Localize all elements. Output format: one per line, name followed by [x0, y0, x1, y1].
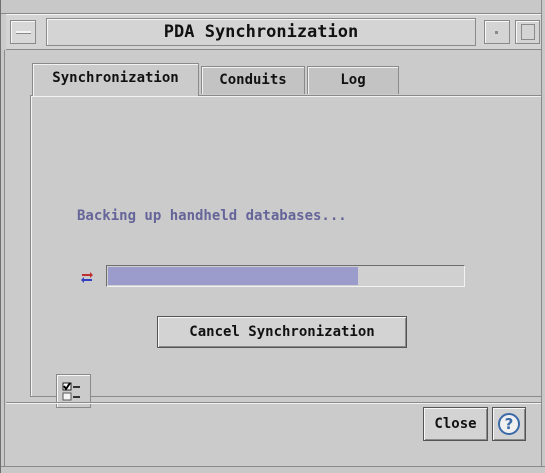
minimize-icon[interactable] — [484, 20, 510, 44]
sync-arrows-icon — [81, 272, 93, 283]
cancel-synchronization-button[interactable]: Cancel Synchronization — [157, 316, 407, 348]
footer-separator — [6, 402, 541, 404]
dialog-window: PDA Synchronization Synchronization Cond… — [0, 0, 545, 473]
tab-synchronization[interactable]: Synchronization — [32, 63, 199, 96]
tab-log[interactable]: Log — [307, 66, 399, 94]
title-area[interactable]: PDA Synchronization — [46, 18, 476, 46]
maximize-icon[interactable] — [515, 20, 540, 44]
help-button[interactable]: ? — [492, 407, 526, 441]
dialog-content: Synchronization Conduits Log Backing up … — [6, 50, 542, 470]
window-frame-top — [1, 0, 545, 14]
status-text: Backing up handheld databases... — [77, 208, 347, 224]
progress-bar — [106, 265, 465, 287]
progress-fill — [108, 267, 358, 285]
window-frame-bottom[interactable] — [1, 466, 545, 473]
title-bar[interactable]: PDA Synchronization — [6, 14, 541, 50]
help-icon: ? — [498, 413, 520, 435]
window-frame-left[interactable] — [1, 50, 5, 473]
window-title: PDA Synchronization — [163, 22, 359, 42]
window-menu-icon[interactable] — [10, 20, 36, 44]
help-glyph: ? — [505, 415, 514, 433]
synchronization-panel: Backing up handheld databases... Cancel … — [30, 95, 542, 408]
close-button[interactable]: Close — [423, 407, 488, 441]
tab-conduits[interactable]: Conduits — [201, 66, 305, 94]
